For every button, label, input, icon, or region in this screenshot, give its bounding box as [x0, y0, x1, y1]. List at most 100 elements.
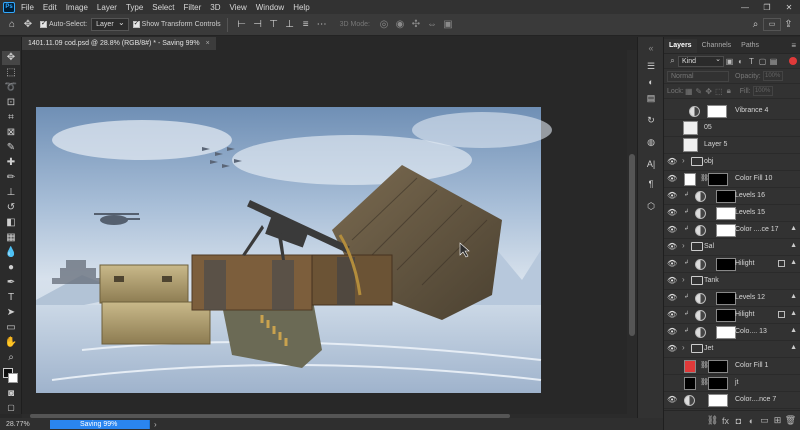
- delete-layer-icon[interactable]: 🗑︎: [784, 415, 797, 426]
- workspace-icon[interactable]: ▭: [763, 18, 781, 31]
- close-window-button[interactable]: ✕: [778, 3, 800, 12]
- type-tool-icon[interactable]: T: [2, 291, 20, 305]
- minimize-button[interactable]: —: [734, 3, 756, 12]
- tab-paths[interactable]: Paths: [736, 39, 764, 53]
- menu-select[interactable]: Select: [152, 3, 174, 12]
- object-select-tool-icon[interactable]: ⊡: [2, 96, 20, 110]
- share-icon[interactable]: ⇪: [781, 19, 796, 30]
- 3d-orbit-icon[interactable]: ◎: [376, 19, 392, 30]
- status-menu-arrow-icon[interactable]: ›: [154, 420, 157, 429]
- visibility-eye-icon[interactable]: 👁︎: [667, 259, 677, 269]
- visibility-eye-icon[interactable]: 👁︎: [667, 276, 677, 286]
- pixel-filter-icon[interactable]: ▣: [724, 57, 735, 66]
- hand-tool-icon[interactable]: ✋: [2, 336, 20, 350]
- menu-filter[interactable]: Filter: [184, 3, 202, 12]
- menu-type[interactable]: Type: [126, 3, 143, 12]
- gradient-tool-icon[interactable]: ▦: [2, 231, 20, 245]
- collapse-arrows-icon[interactable]: «: [642, 41, 660, 55]
- rectangle-tool-icon[interactable]: ▭: [2, 321, 20, 335]
- path-select-tool-icon[interactable]: ➤: [2, 306, 20, 320]
- move-tool-icon[interactable]: ✥: [2, 51, 20, 65]
- layer-row[interactable]: 👁︎ ↲ Levels 16: [664, 188, 800, 205]
- layer-row[interactable]: 👁︎ ↲ Color ....ce 17 ▲: [664, 222, 800, 239]
- layer-row[interactable]: ⛓ Color Fill 1: [664, 358, 800, 375]
- new-layer-icon[interactable]: ⊞: [771, 415, 784, 426]
- 3d-roll-icon[interactable]: ◉: [392, 19, 408, 30]
- dodge-tool-icon[interactable]: ●: [2, 261, 20, 275]
- marquee-tool-icon[interactable]: ⬚: [2, 66, 20, 80]
- stamp-tool-icon[interactable]: ⊥: [2, 186, 20, 200]
- layer-row[interactable]: 👁︎ ↲ Hilight ▲: [664, 256, 800, 273]
- tab-channels[interactable]: Channels: [697, 39, 737, 53]
- restore-button[interactable]: ❐: [756, 3, 778, 12]
- new-group-icon[interactable]: ▭: [758, 415, 771, 426]
- canvas-area[interactable]: [22, 50, 627, 414]
- menu-edit[interactable]: Edit: [43, 3, 57, 12]
- character-panel-icon[interactable]: A|: [642, 157, 660, 171]
- lock-all-icon[interactable]: 🔒︎: [724, 86, 734, 96]
- align-top-icon[interactable]: ⊥: [282, 19, 298, 30]
- layer-row[interactable]: 👁︎ ↲ Colo.... 13 ▲: [664, 324, 800, 341]
- home-icon[interactable]: ⌂: [4, 19, 20, 30]
- menu-file[interactable]: File: [21, 3, 34, 12]
- align-right-icon[interactable]: ⊤: [266, 19, 282, 30]
- visibility-eye-icon[interactable]: 👁︎: [667, 310, 677, 320]
- tab-layers[interactable]: Layers: [664, 39, 697, 53]
- layer-row[interactable]: 👁︎ › Jet ▲: [664, 341, 800, 358]
- filter-kind-dropdown[interactable]: Kind: [678, 55, 724, 67]
- menu-view[interactable]: View: [230, 3, 247, 12]
- chevron-right-icon[interactable]: ›: [682, 275, 685, 284]
- vertical-scrollbar[interactable]: [627, 50, 637, 414]
- adjustments-panel-icon[interactable]: ◐: [642, 75, 660, 89]
- brush-tool-icon[interactable]: ✏: [2, 171, 20, 185]
- healing-tool-icon[interactable]: ✚: [2, 156, 20, 170]
- blend-mode-dropdown[interactable]: Normal: [667, 70, 729, 82]
- menu-3d[interactable]: 3D: [210, 3, 220, 12]
- smart-object-filter-icon[interactable]: ▤: [768, 57, 779, 66]
- effects-icon[interactable]: ▲: [790, 310, 797, 317]
- shape-filter-icon[interactable]: ▢: [757, 57, 768, 66]
- scroll-thumb[interactable]: [629, 154, 635, 336]
- crop-tool-icon[interactable]: ⌗: [2, 111, 20, 125]
- filter-toggle-icon[interactable]: [789, 57, 797, 65]
- visibility-eye-icon[interactable]: 👁︎: [667, 395, 677, 405]
- properties-panel-icon[interactable]: ☰: [642, 59, 660, 73]
- chevron-right-icon[interactable]: ›: [682, 241, 685, 250]
- close-document-icon[interactable]: ×: [206, 40, 210, 47]
- effects-icon[interactable]: ▲: [790, 225, 797, 232]
- layer-row[interactable]: 05: [664, 120, 800, 137]
- effects-icon[interactable]: ▲: [790, 242, 797, 249]
- eraser-tool-icon[interactable]: ◧: [2, 216, 20, 230]
- visibility-eye-icon[interactable]: 👁︎: [667, 208, 677, 218]
- layer-row[interactable]: 👁︎ › Tank: [664, 273, 800, 290]
- lock-artboard-icon[interactable]: ⬚: [714, 87, 724, 96]
- layer-row[interactable]: 👁︎ ↲ Levels 12 ▲: [664, 290, 800, 307]
- background-color-swatch[interactable]: [8, 373, 18, 383]
- 3d-pan-icon[interactable]: ✣: [408, 19, 424, 30]
- visibility-eye-icon[interactable]: 👁︎: [667, 225, 677, 235]
- frame-tool-icon[interactable]: ⊠: [2, 126, 20, 140]
- auto-select-dropdown[interactable]: Layer: [91, 17, 129, 31]
- blur-tool-icon[interactable]: 💧: [2, 246, 20, 260]
- link-layers-icon[interactable]: ⛓: [706, 415, 719, 426]
- opacity-field[interactable]: 100%: [762, 71, 783, 81]
- visibility-eye-icon[interactable]: 👁︎: [667, 191, 677, 201]
- menu-layer[interactable]: Layer: [97, 3, 117, 12]
- search-icon[interactable]: ⌕: [748, 19, 763, 30]
- layer-row[interactable]: 👁︎ ⛓ Color Fill 10: [664, 171, 800, 188]
- new-adjustment-icon[interactable]: ◐: [745, 416, 758, 426]
- 3d-slide-icon[interactable]: ⇔: [424, 19, 440, 30]
- panel-menu-icon[interactable]: ≡: [791, 39, 800, 53]
- align-center-icon[interactable]: ⊣: [250, 19, 266, 30]
- visibility-eye-icon[interactable]: 👁︎: [667, 157, 677, 167]
- visibility-eye-icon[interactable]: 👁︎: [667, 327, 677, 337]
- paragraph-panel-icon[interactable]: ¶: [642, 177, 660, 191]
- auto-select-checkbox[interactable]: [40, 19, 47, 28]
- chevron-right-icon[interactable]: ›: [682, 156, 685, 165]
- align-left-icon[interactable]: ⊢: [234, 19, 250, 30]
- chevron-right-icon[interactable]: ›: [682, 343, 685, 352]
- pen-tool-icon[interactable]: ✒: [2, 276, 20, 290]
- document-canvas[interactable]: [22, 50, 627, 414]
- menu-window[interactable]: Window: [256, 3, 284, 12]
- history-brush-icon[interactable]: ↺: [2, 201, 20, 215]
